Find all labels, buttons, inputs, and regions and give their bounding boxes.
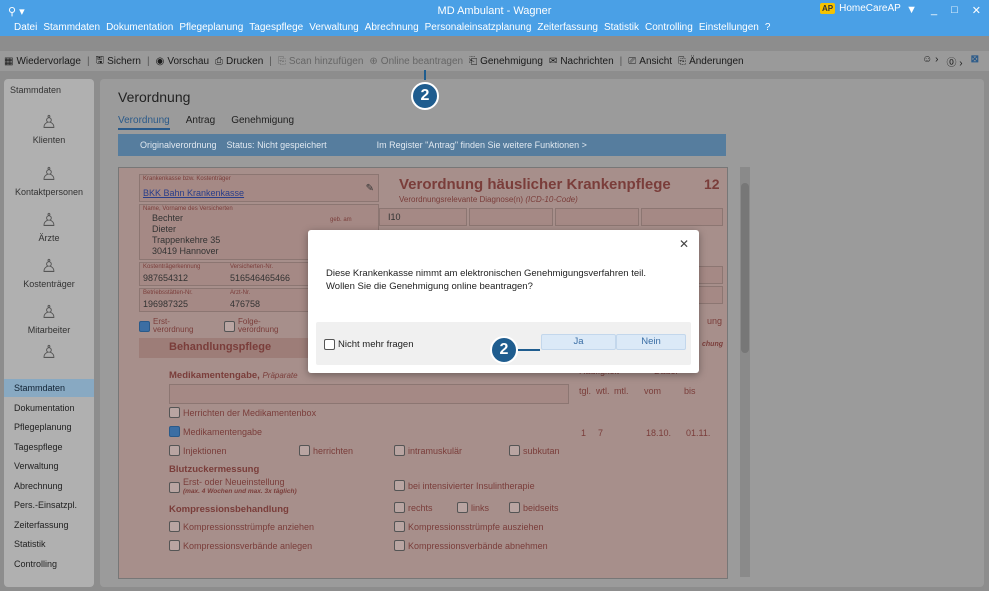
step-badge-2: 2 [490,336,518,364]
annotation-layer [424,70,540,351]
step-badge-1: 2 [411,82,439,110]
